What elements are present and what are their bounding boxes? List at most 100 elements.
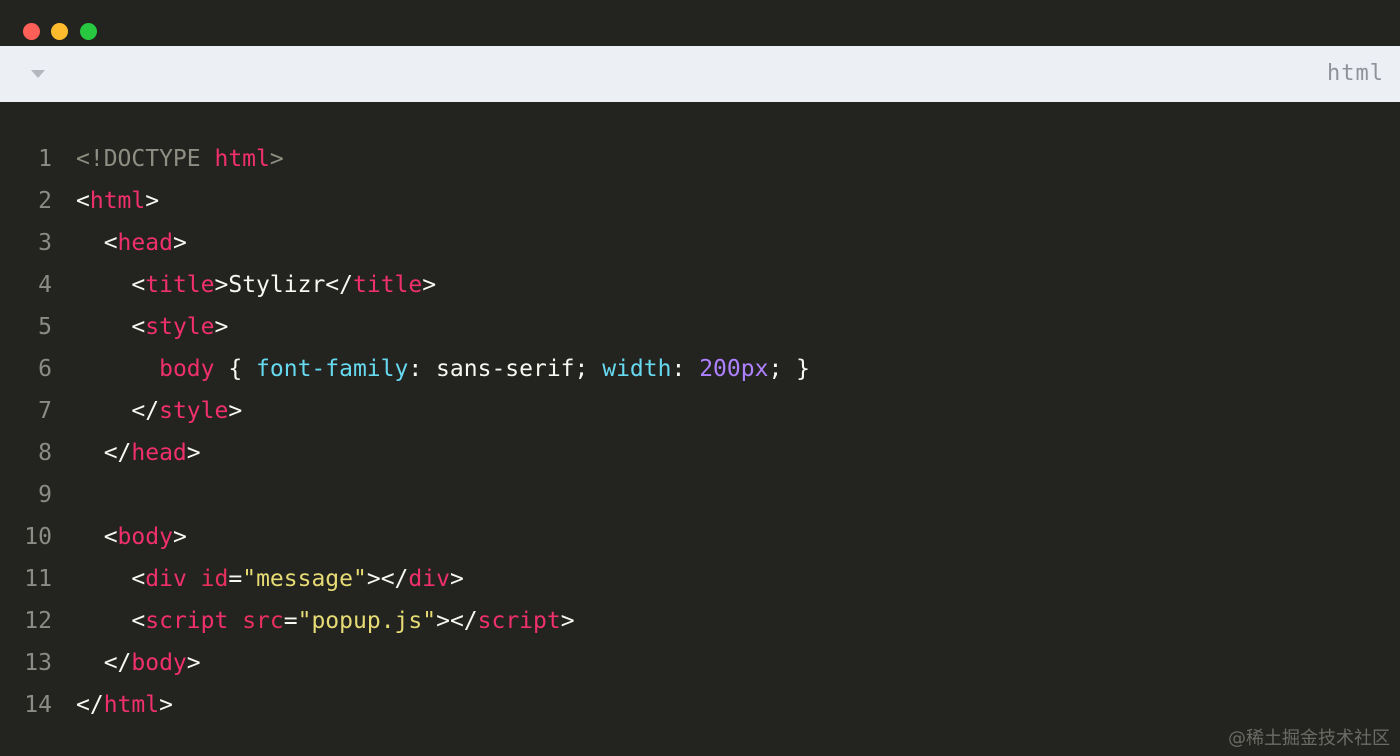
code-line: 9 — [0, 474, 1400, 516]
code-line: 8 </head> — [0, 432, 1400, 474]
code-line: 4 <title>Stylizr</title> — [0, 264, 1400, 306]
code-token: src — [242, 608, 284, 634]
code-token: < — [76, 272, 146, 298]
code-token: { — [214, 356, 257, 382]
code-token: </ — [76, 692, 104, 718]
code-block-header: html — [0, 46, 1400, 102]
code-line: 11 <div id="message"></div> — [0, 558, 1400, 600]
code-token: > — [449, 566, 464, 592]
language-label: html — [1327, 61, 1384, 86]
code-line: 10 <body> — [0, 516, 1400, 558]
line-content: </html> — [76, 684, 173, 726]
code-token: body — [131, 650, 187, 676]
code-token: = — [228, 566, 243, 592]
code-token: < — [76, 188, 90, 214]
code-token: < — [76, 608, 146, 634]
window-titlebar — [0, 0, 1400, 46]
line-number: 2 — [38, 188, 52, 214]
code-token: id — [200, 566, 229, 592]
code-token: </ — [76, 398, 160, 424]
code-token: </ — [76, 650, 132, 676]
line-number: 7 — [38, 398, 52, 424]
code-token: > — [186, 650, 201, 676]
code-token: title — [353, 272, 423, 298]
code-token: html — [103, 692, 160, 718]
code-token: body — [117, 524, 173, 550]
maximize-window-button[interactable] — [80, 23, 97, 40]
code-token: "message" — [242, 566, 367, 592]
code-token: style — [159, 398, 229, 424]
code-token: ></ — [436, 608, 478, 634]
code-token: > — [159, 692, 173, 718]
code-token: > — [214, 314, 229, 340]
line-number: 4 — [38, 272, 52, 298]
code-line: 13 </body> — [0, 642, 1400, 684]
code-line: 1 <!DOCTYPE html> — [0, 138, 1400, 180]
code-editor: 1 <!DOCTYPE html> 2 <html> 3 <head> 4 <title>… — [0, 138, 1400, 726]
code-token: > — [228, 398, 243, 424]
line-number: 6 — [38, 356, 52, 382]
close-window-button[interactable] — [23, 23, 40, 40]
code-token: > — [145, 188, 160, 214]
code-line: 12 <script src="popup.js"></script> — [0, 600, 1400, 642]
line-number: 5 — [38, 314, 52, 340]
line-content: <head> — [76, 222, 187, 264]
code-line: 14 </html> — [0, 684, 1400, 726]
line-content: <!DOCTYPE html> — [76, 138, 284, 180]
code-line: 2 <html> — [0, 180, 1400, 222]
code-token: < — [76, 230, 118, 256]
code-line: 5 <style> — [0, 306, 1400, 348]
line-content: <title>Stylizr</title> — [76, 264, 436, 306]
line-content: <style> — [76, 306, 228, 348]
line-content: <script src="popup.js"></script> — [76, 600, 575, 642]
line-number: 11 — [24, 566, 52, 592]
line-number: 1 — [38, 146, 52, 172]
line-content: <body> — [76, 516, 187, 558]
code-line: 3 <head> — [0, 222, 1400, 264]
code-token: 200px — [699, 356, 769, 382]
code-token: <!DOCTYPE — [76, 146, 215, 172]
line-number: 3 — [38, 230, 52, 256]
line-number: 14 — [24, 692, 52, 718]
code-token: < — [76, 524, 118, 550]
line-content: </style> — [76, 390, 242, 432]
line-number: 12 — [24, 608, 52, 634]
code-token: > — [172, 230, 187, 256]
code-token: body — [159, 356, 215, 382]
code-token: : sans-serif; — [408, 356, 603, 382]
watermark: @稀土掘金技术社区 — [1228, 728, 1390, 749]
code-token: width — [602, 356, 672, 382]
code-token: div — [145, 566, 187, 592]
code-token: > — [422, 272, 437, 298]
code-token: ; } — [768, 356, 810, 382]
chevron-down-icon[interactable] — [31, 70, 45, 78]
code-token: > — [186, 440, 201, 466]
code-token: head — [117, 230, 173, 256]
code-token: > — [172, 524, 187, 550]
minimize-window-button[interactable] — [51, 23, 68, 40]
code-token: head — [131, 440, 187, 466]
line-content: body { font-family: sans-serif; width: 2… — [76, 348, 810, 390]
line-number: 13 — [24, 650, 52, 676]
code-token: > — [560, 608, 575, 634]
code-token: </ — [76, 440, 132, 466]
code-token: "popup.js" — [297, 608, 437, 634]
code-token: html — [214, 146, 270, 172]
line-number: 10 — [24, 524, 52, 550]
code-token: = — [283, 608, 298, 634]
code-token: script — [477, 608, 561, 634]
code-token: < — [76, 314, 146, 340]
code-line: 7 </style> — [0, 390, 1400, 432]
line-content: </body> — [76, 642, 201, 684]
line-content: </head> — [76, 432, 201, 474]
line-content: <div id="message"></div> — [76, 558, 464, 600]
line-number: 8 — [38, 440, 52, 466]
code-token: Stylizr — [228, 272, 326, 298]
code-token: > — [214, 272, 229, 298]
code-token: div — [408, 566, 450, 592]
code-token: ></ — [366, 566, 409, 592]
line-number: 9 — [38, 482, 52, 508]
